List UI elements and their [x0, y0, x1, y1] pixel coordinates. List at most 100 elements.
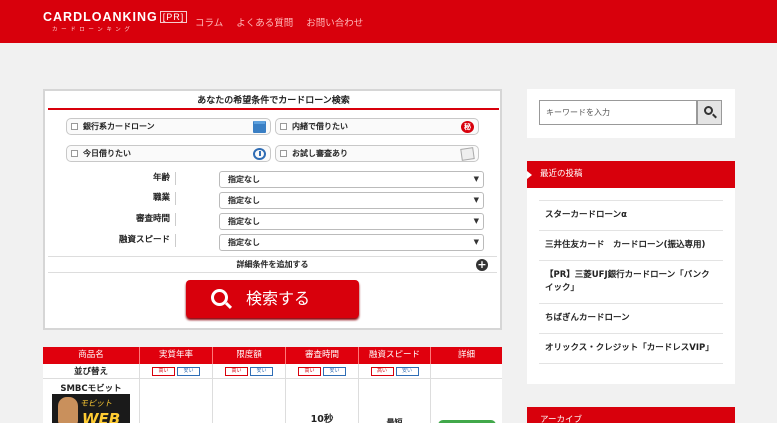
checkbox-box[interactable] — [280, 123, 287, 130]
speed-value: 最短 — [386, 418, 403, 423]
checkbox-today[interactable]: 今日借りたい — [66, 145, 271, 162]
product-name[interactable]: SMBCモビット — [43, 382, 139, 394]
sort-limit: 高い 安い — [213, 364, 286, 378]
checkbox-label: 今日借りたい — [83, 149, 131, 158]
field-label-loan-speed: 融資スピード — [118, 235, 170, 245]
limit-cell — [213, 379, 286, 423]
nav-contact[interactable]: お問い合わせ — [306, 15, 363, 29]
chevron-down-icon: ▼ — [473, 238, 479, 246]
keyword-search-button[interactable] — [697, 100, 722, 125]
checkbox-secret[interactable]: 内緒で借りたい 秘 — [275, 118, 479, 135]
sort-low-button[interactable]: 安い — [177, 366, 200, 376]
select-review-time[interactable]: 指定なし ▼ — [219, 213, 484, 230]
sort-label: 並び替え — [43, 364, 140, 378]
checkbox-box[interactable] — [280, 150, 287, 157]
chevron-down-icon: ▼ — [473, 175, 479, 183]
select-value: 指定なし — [228, 217, 260, 226]
archive-widget-title: アーカイブ — [527, 407, 735, 423]
add-detail-conditions[interactable]: 詳細条件を追加する + — [48, 256, 497, 273]
secret-icon: 秘 — [461, 121, 474, 133]
table-row: SMBCモビット モビット WEB 10秒 最短 — [43, 379, 502, 423]
header-rate: 実質年率 — [140, 347, 213, 364]
checkbox-bank-loan[interactable]: 銀行系カードローン — [66, 118, 271, 135]
select-value: 指定なし — [228, 175, 260, 184]
field-label-age: 年齢 — [152, 173, 170, 183]
checkbox-box[interactable] — [71, 150, 78, 157]
recent-posts-title: 最近の投稿 — [527, 161, 735, 188]
checkbox-box[interactable] — [71, 123, 78, 130]
speed-cell: 最短 — [359, 379, 431, 423]
header-speed: 融資スピード — [359, 347, 431, 364]
banner-text: モビット — [80, 399, 112, 408]
document-icon — [460, 147, 475, 161]
review-time-value: 10秒 — [310, 414, 334, 423]
nav-column[interactable]: コラム — [195, 15, 223, 29]
checkbox-label: 銀行系カードローン — [83, 122, 155, 131]
search-icon — [704, 106, 713, 115]
header-detail: 詳細 — [457, 350, 475, 360]
keyword-search-input[interactable]: キーワードを入力 — [539, 100, 697, 125]
bank-icon — [253, 121, 266, 133]
sort-low-button[interactable]: 安い — [250, 366, 273, 376]
header-nav: コラム よくある質問 お問い合わせ — [195, 15, 363, 29]
recent-post-link[interactable]: オリックス・クレジット「カードレスVIP」 — [539, 334, 723, 364]
recent-post-link[interactable]: 三井住友カード カードローン(振込専用) — [539, 231, 723, 261]
recent-post-link[interactable]: ちばぎんカードローン — [539, 304, 723, 334]
plus-icon: + — [476, 258, 488, 271]
header-review-time: 審査時間 — [286, 347, 359, 364]
sort-row: 並び替え 高い 安い 高い 安い 高い 安い 高い 安い — [43, 364, 502, 379]
search-button-label: 検索する — [246, 289, 311, 308]
header-product: 商品名 — [43, 347, 140, 364]
chevron-down-icon: ▼ — [473, 217, 479, 225]
banner-text: WEB — [82, 410, 121, 423]
select-occupation[interactable]: 指定なし ▼ — [219, 192, 484, 209]
recent-post-link[interactable]: スターカードローンα — [539, 200, 723, 231]
nav-faq[interactable]: よくある質問 — [236, 15, 293, 29]
logo-subtitle: カードローンキング — [52, 27, 134, 33]
sort-rate: 高い 安い — [140, 364, 213, 378]
select-value: 指定なし — [228, 238, 260, 247]
loan-comparison-table: 商品名 実質年率 限度額 審査時間 融資スピード 詳細 並び替え 高い 安い 高い… — [43, 347, 502, 423]
person-photo — [58, 397, 78, 423]
chevron-down-icon: ▼ — [473, 196, 479, 204]
search-button[interactable]: 検索する — [186, 280, 359, 318]
field-label-occupation: 職業 — [152, 193, 170, 203]
sort-high-button[interactable]: 高い — [225, 366, 248, 376]
recent-posts-list: スターカードローンα 三井住友カード カードローン(振込専用) 【PR】三菱UF… — [527, 200, 735, 364]
sort-speed: 高い 安い — [359, 364, 431, 378]
sort-high-button[interactable]: 高い — [370, 366, 394, 376]
select-loan-speed[interactable]: 指定なし ▼ — [219, 234, 484, 251]
sort-review-time: 高い 安い — [286, 364, 359, 378]
field-separator — [175, 192, 176, 205]
sort-high-button[interactable]: 高い — [298, 366, 321, 376]
rate-cell — [140, 379, 213, 423]
select-value: 指定なし — [228, 196, 260, 205]
sort-high-button[interactable]: 高い — [152, 366, 175, 376]
logo-pr-badge: [PR] — [159, 11, 188, 23]
table-header: 商品名 実質年率 限度額 審査時間 融資スピード 詳細 — [43, 347, 502, 364]
sidebar-search-box: キーワードを入力 — [527, 89, 735, 138]
search-icon — [211, 289, 228, 306]
field-separator — [175, 213, 176, 226]
site-header: CARDLOANKING [PR] カードローンキング コラム よくある質問 お問… — [0, 0, 777, 43]
site-logo[interactable]: CARDLOANKING [PR] — [43, 10, 188, 24]
field-separator — [175, 172, 176, 185]
checkbox-trial-review[interactable]: お試し審査あり — [275, 145, 479, 162]
product-cell: SMBCモビット モビット WEB — [43, 379, 140, 423]
checkbox-label: 内緒で借りたい — [292, 122, 348, 131]
field-label-review-time: 審査時間 — [135, 214, 170, 224]
review-time-cell: 10秒 — [286, 379, 359, 423]
recent-posts-widget: 最近の投稿 スターカードローンα 三井住友カード カードローン(振込専用) 【P… — [527, 161, 735, 384]
logo-text: CARDLOANKING — [43, 10, 158, 24]
add-detail-label: 詳細条件を追加する — [236, 260, 309, 269]
recent-post-link[interactable]: 【PR】三菱UFJ銀行カードローン「バンクイック」 — [539, 261, 723, 304]
clock-icon — [253, 148, 266, 160]
field-separator — [175, 234, 176, 247]
select-age[interactable]: 指定なし ▼ — [219, 171, 484, 188]
header-limit: 限度額 — [213, 347, 286, 364]
search-panel-title: あなたの希望条件でカードローン検索 — [48, 94, 499, 110]
sort-low-button[interactable]: 安い — [395, 366, 419, 376]
sort-low-button[interactable]: 安い — [323, 366, 346, 376]
product-banner-image[interactable]: モビット WEB — [52, 394, 130, 423]
detail-cell — [431, 379, 502, 423]
